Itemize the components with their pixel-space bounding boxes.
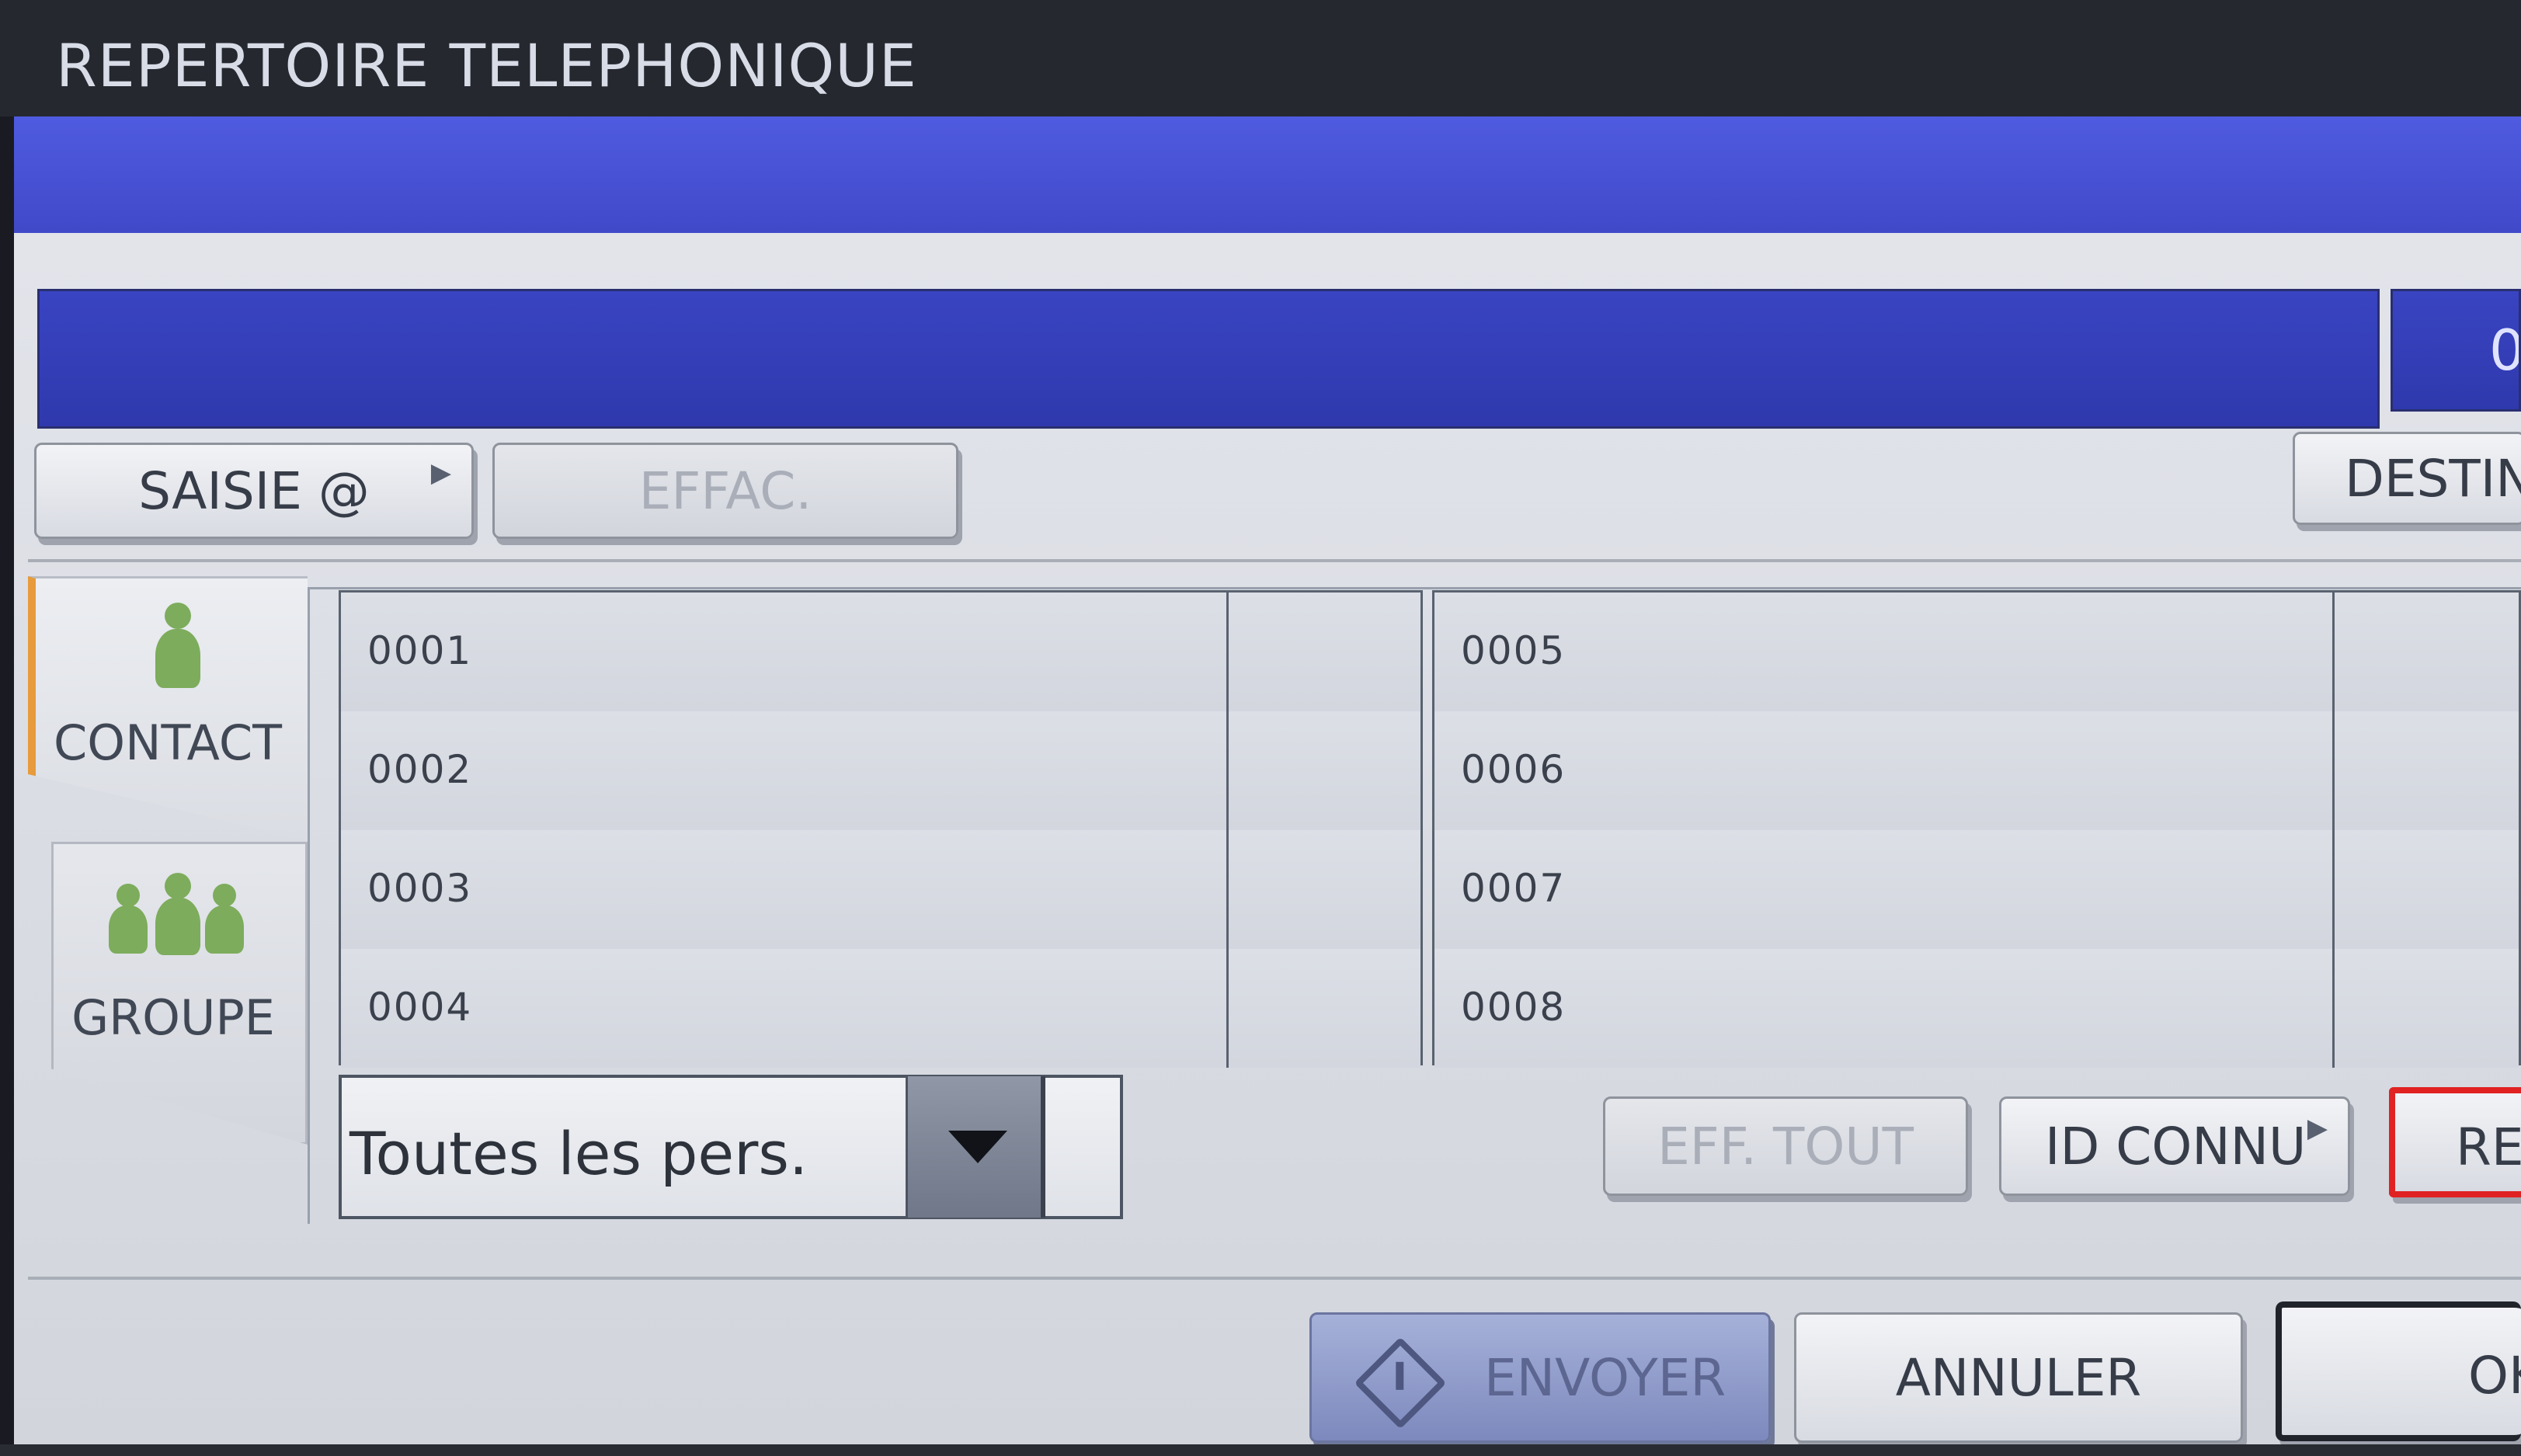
submenu-arrow-icon: ▶: [430, 457, 451, 488]
entry-name-cell: [1434, 830, 2335, 949]
entry-number: 0003: [367, 866, 473, 911]
destination-button-label: DESTINA: [2345, 449, 2521, 509]
entry-number: 0004: [367, 985, 473, 1030]
screen-bezel: [0, 1444, 2521, 1456]
destination-button[interactable]: DESTINA: [2293, 432, 2521, 525]
address-list-right: 0005 0006 0007 0008: [1432, 590, 2521, 1068]
envoyer-label: ENVOYER: [1484, 1348, 1726, 1408]
filter-selected-value: Toutes les pers.: [349, 1119, 808, 1188]
list-item[interactable]: 0006: [1434, 711, 2519, 833]
entry-name-cell: [1434, 711, 2335, 830]
address-list-left: 0001 0002 0003 0004: [339, 590, 1423, 1068]
effac-button[interactable]: EFFAC.: [492, 443, 958, 539]
id-connu-button[interactable]: ID CONNU ▶: [1999, 1096, 2350, 1196]
entry-name-cell: [1434, 949, 2335, 1068]
header-banner: [14, 116, 2521, 233]
entry-name-cell: [1434, 592, 2335, 711]
window-title: REPERTOIRE TELEPHONIQUE: [56, 31, 917, 100]
saisie-button-label: SAISIE @: [138, 461, 370, 521]
entry-name-cell: [341, 711, 1229, 830]
destination-field[interactable]: [37, 289, 2380, 429]
filter-dropdown-button[interactable]: [906, 1076, 1045, 1218]
entry-number: 0001: [367, 628, 473, 673]
person-icon: [146, 603, 208, 688]
envoyer-button[interactable]: ENVOYER: [1309, 1312, 1771, 1443]
tab-contact-label: CONTACT: [53, 714, 282, 771]
eff-tout-label: EFF. TOUT: [1657, 1117, 1914, 1176]
effac-button-label: EFFAC.: [638, 461, 812, 521]
saisie-email-button[interactable]: SAISIE @ ▶: [34, 443, 474, 539]
list-item[interactable]: 0005: [1434, 592, 2519, 714]
list-item[interactable]: 0002: [341, 711, 1420, 833]
divider: [28, 559, 2521, 562]
re-button[interactable]: RE: [2389, 1087, 2521, 1197]
send-diamond-icon: [1354, 1336, 1447, 1430]
entry-number: 0008: [1461, 985, 1566, 1030]
entry-number: 0006: [1461, 747, 1566, 792]
list-item[interactable]: 0007: [1434, 830, 2519, 952]
list-item[interactable]: 0001: [341, 592, 1420, 714]
dropdown-arrow-icon: [948, 1131, 1007, 1163]
group-icon: [107, 873, 247, 958]
entry-number: 0005: [1461, 628, 1566, 673]
entry-name-cell: [341, 830, 1229, 949]
re-button-label: RE: [2456, 1117, 2521, 1177]
entry-number: 0007: [1461, 866, 1566, 911]
eff-tout-button[interactable]: EFF. TOUT: [1603, 1096, 1968, 1196]
divider: [28, 1277, 2521, 1280]
entry-number: 0002: [367, 747, 473, 792]
annuler-button[interactable]: ANNULER: [1794, 1312, 2243, 1443]
entry-name-cell: [341, 949, 1229, 1068]
list-item[interactable]: 0003: [341, 830, 1420, 952]
destination-count: 0: [2391, 289, 2521, 412]
list-item[interactable]: 0008: [1434, 949, 2519, 1068]
annuler-label: ANNULER: [1895, 1348, 2142, 1408]
ok-label: OK: [2468, 1346, 2521, 1406]
submenu-arrow-icon: ▶: [2307, 1113, 2328, 1144]
ok-button[interactable]: OK: [2276, 1301, 2521, 1441]
id-connu-label: ID CONNU: [2045, 1117, 2307, 1176]
list-item[interactable]: 0004: [341, 949, 1420, 1068]
tab-groupe-label: GROUPE: [71, 989, 275, 1046]
entry-name-cell: [341, 592, 1229, 711]
